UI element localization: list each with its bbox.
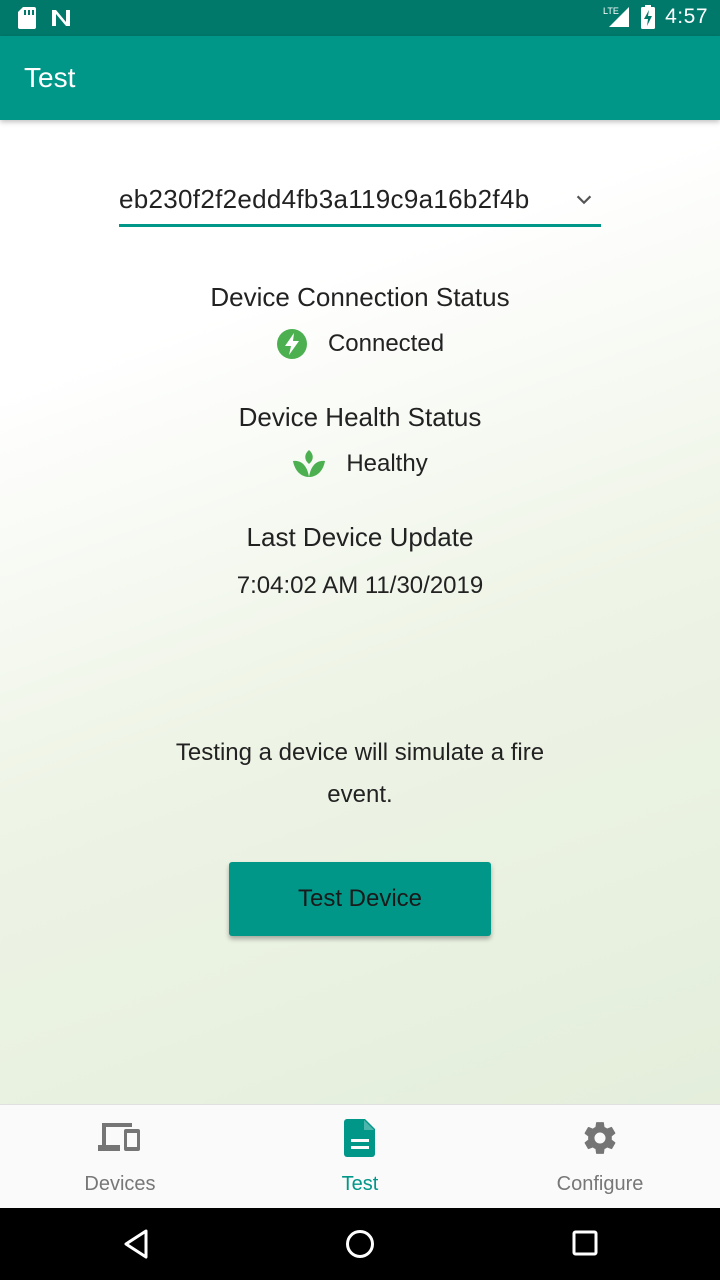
test-hint-text: Testing a device will simulate a fire ev…	[175, 739, 545, 808]
bottom-navigation: Devices Test Configure	[0, 1104, 720, 1209]
back-icon[interactable]	[122, 1228, 150, 1260]
document-icon	[344, 1119, 375, 1157]
connection-status-row: Connected	[0, 328, 720, 360]
connection-status-value: Connected	[327, 330, 445, 357]
nav-item-configure[interactable]: Configure	[480, 1105, 720, 1209]
health-status-row: Healthy	[0, 448, 720, 480]
health-status-value: Healthy	[346, 450, 428, 477]
main-content: eb230f2f2edd4fb3a119c9a16b2f4b Device Co…	[0, 120, 720, 1104]
nav-item-test[interactable]: Test	[240, 1105, 480, 1209]
last-update-value: 7:04:02 AM 11/30/2019	[236, 572, 484, 599]
device-dropdown[interactable]: eb230f2f2edd4fb3a119c9a16b2f4b	[119, 180, 601, 227]
n-notification-icon	[52, 10, 70, 26]
recents-icon[interactable]	[570, 1228, 600, 1258]
chevron-down-icon	[576, 195, 592, 205]
nav-label-test: Test	[341, 1173, 379, 1195]
sd-card-icon	[18, 7, 36, 29]
svg-text:LTE: LTE	[603, 6, 619, 16]
status-bar: LTE 4:57	[0, 0, 720, 36]
device-dropdown-value: eb230f2f2edd4fb3a119c9a16b2f4b	[119, 184, 530, 214]
page-title: Test	[24, 62, 76, 93]
nav-item-devices[interactable]: Devices	[0, 1105, 240, 1209]
last-update-heading: Last Device Update	[246, 522, 474, 552]
sprout-icon	[293, 450, 326, 477]
connection-status-heading: Device Connection Status	[210, 282, 510, 312]
health-status-heading: Device Health Status	[238, 402, 482, 432]
app-bar: Test	[0, 36, 720, 120]
lightning-icon	[276, 329, 307, 359]
nav-label-devices: Devices	[84, 1173, 156, 1195]
home-icon[interactable]	[344, 1228, 376, 1260]
gear-icon	[584, 1122, 616, 1154]
battery-charging-icon	[641, 5, 656, 29]
nav-label-configure: Configure	[556, 1173, 644, 1195]
devices-icon	[98, 1123, 140, 1151]
system-navigation-bar	[0, 1208, 720, 1280]
test-device-button[interactable]: Test Device	[229, 862, 491, 936]
lte-signal-icon: LTE	[603, 6, 630, 27]
status-time: 4:57	[665, 5, 708, 28]
